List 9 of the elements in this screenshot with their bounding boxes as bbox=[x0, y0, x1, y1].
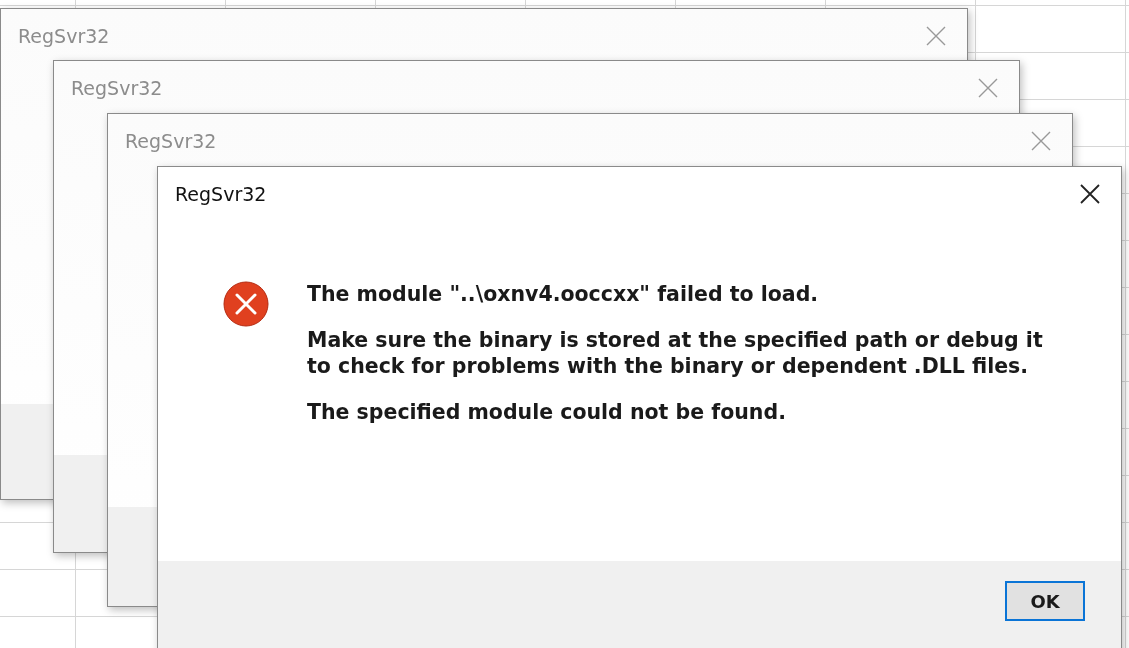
window-title: RegSvr32 bbox=[18, 25, 110, 47]
message-text: The specified module could not be found. bbox=[307, 399, 787, 425]
window-title: RegSvr32 bbox=[175, 183, 267, 205]
window-title: RegSvr32 bbox=[71, 77, 163, 99]
error-icon bbox=[223, 281, 269, 327]
ok-button[interactable]: OK bbox=[1005, 581, 1085, 621]
message-text: Make sure the binary is stored at the specified path or debug it to check for problems with the binary or dependent .DLL files. bbox=[307, 327, 1044, 379]
message-text: The module "..\oxnv4.ooccxx" failed to load. bbox=[307, 281, 820, 307]
window-title: RegSvr32 bbox=[125, 130, 217, 152]
